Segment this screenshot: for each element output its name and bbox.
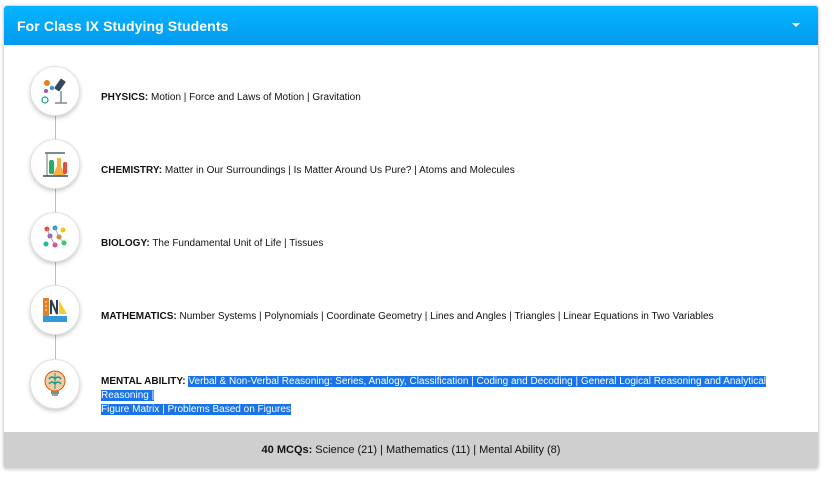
subject-name: MENTAL ABILITY: — [101, 376, 186, 387]
subject-text-mental-ability: MENTAL ABILITY: Verbal & Non-Verbal Reas… — [101, 375, 801, 417]
subject-text-biology: BIOLOGY: The Fundamental Unit of Life | … — [101, 237, 801, 251]
mental-ability-icon — [30, 359, 80, 409]
subject-name: BIOLOGY: — [101, 238, 150, 249]
chemistry-icon — [30, 139, 80, 189]
mcq-breakdown: Science (21) | Mathematics (11) | Mental… — [315, 444, 561, 456]
subject-text-mathematics: MATHEMATICS: Number Systems | Polynomial… — [101, 310, 801, 324]
panel-title: For Class IX Studying Students — [17, 17, 229, 34]
subject-topics: Number Systems | Polynomials | Coordinat… — [179, 311, 714, 322]
subject-topics: The Fundamental Unit of Life | Tissues — [152, 238, 324, 249]
subject-topics-selected: Figure Matrix | Problems Based on Figure… — [101, 404, 291, 415]
physics-icon — [30, 66, 80, 116]
subject-topics: Motion | Force and Laws of Motion | Grav… — [151, 92, 361, 103]
mcq-count: 40 MCQs: — [261, 444, 313, 456]
panel-header[interactable]: For Class IX Studying Students — [4, 6, 818, 45]
subject-text-physics: PHYSICS: Motion | Force and Laws of Moti… — [101, 91, 801, 105]
subject-name: PHYSICS: — [101, 92, 149, 103]
mcq-summary-footer: 40 MCQs: Science (21) | Mathematics (11)… — [4, 432, 818, 468]
class-ix-panel: For Class IX Studying Students PHYSICS: … — [3, 5, 819, 469]
biology-icon — [30, 212, 80, 262]
subject-topics: Matter in Our Surroundings | Is Matter A… — [164, 165, 515, 176]
subject-name: MATHEMATICS: — [101, 311, 177, 322]
caret-down-icon[interactable] — [792, 23, 800, 27]
subject-topics-selected: Verbal & Non-Verbal Reasoning: Series, A… — [101, 376, 766, 401]
subject-text-chemistry: CHEMISTRY: Matter in Our Surroundings | … — [101, 164, 801, 178]
subject-name: CHEMISTRY: — [101, 165, 163, 176]
mathematics-icon — [30, 285, 80, 335]
